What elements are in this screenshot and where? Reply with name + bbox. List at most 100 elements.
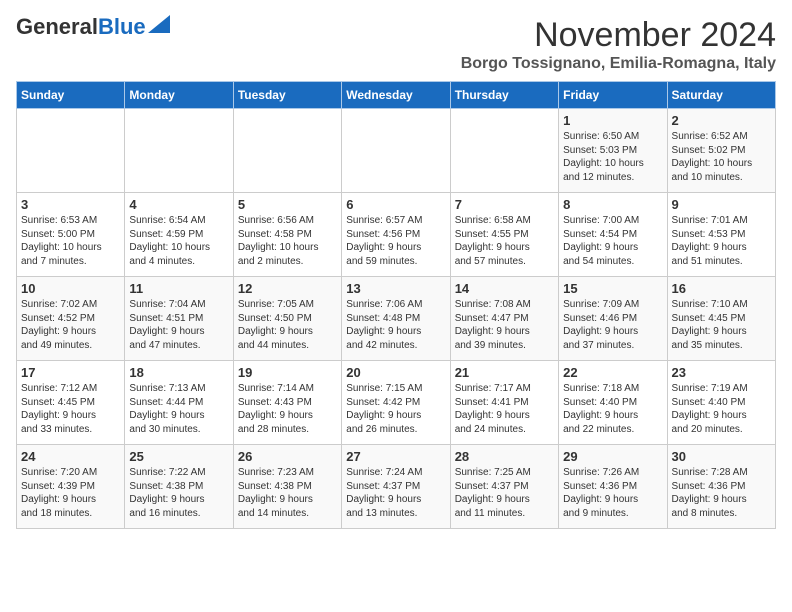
day-number: 6 (346, 197, 445, 212)
day-info: Sunrise: 7:24 AM Sunset: 4:37 PM Dayligh… (346, 466, 445, 520)
day-number: 23 (672, 365, 771, 380)
day-number: 19 (238, 365, 337, 380)
location-title: Borgo Tossignano, Emilia-Romagna, Italy (461, 55, 776, 73)
weekday-header-tuesday: Tuesday (233, 82, 341, 109)
day-number: 13 (346, 281, 445, 296)
day-info: Sunrise: 7:05 AM Sunset: 4:50 PM Dayligh… (238, 298, 337, 352)
weekday-header-sunday: Sunday (17, 82, 125, 109)
calendar-cell: 21Sunrise: 7:17 AM Sunset: 4:41 PM Dayli… (450, 361, 558, 445)
day-info: Sunrise: 7:22 AM Sunset: 4:38 PM Dayligh… (129, 466, 228, 520)
day-info: Sunrise: 7:15 AM Sunset: 4:42 PM Dayligh… (346, 382, 445, 436)
calendar-cell: 10Sunrise: 7:02 AM Sunset: 4:52 PM Dayli… (17, 277, 125, 361)
day-number: 11 (129, 281, 228, 296)
day-number: 22 (563, 365, 662, 380)
calendar-cell: 28 Sunrise: 7:25 AM Sunset: 4:37 PM Dayli… (450, 445, 558, 529)
day-info: Sunrise: 7:10 AM Sunset: 4:45 PM Dayligh… (672, 298, 771, 352)
day-number: 26 (238, 449, 337, 464)
day-info: Sunrise: 7:20 AM Sunset: 4:39 PM Dayligh… (21, 466, 120, 520)
day-number: 5 (238, 197, 337, 212)
calendar-cell: 3Sunrise: 6:53 AM Sunset: 5:00 PM Daylig… (17, 193, 125, 277)
calendar-cell: 20 Sunrise: 7:15 AM Sunset: 4:42 PM Dayli… (342, 361, 450, 445)
day-number: 2 (672, 113, 771, 128)
calendar-cell: 15 Sunrise: 7:09 AM Sunset: 4:46 PM Dayli… (559, 277, 667, 361)
calendar-cell: 9 Sunrise: 7:01 AM Sunset: 4:53 PM Daylig… (667, 193, 775, 277)
day-number: 9 (672, 197, 771, 212)
calendar-cell: 6 Sunrise: 6:57 AM Sunset: 4:56 PM Daylig… (342, 193, 450, 277)
day-number: 30 (672, 449, 771, 464)
day-info: Sunrise: 7:23 AM Sunset: 4:38 PM Dayligh… (238, 466, 337, 520)
logo-blue: Blue (98, 14, 146, 39)
calendar-table: SundayMondayTuesdayWednesdayThursdayFrid… (16, 81, 776, 529)
calendar-cell: 17 Sunrise: 7:12 AM Sunset: 4:45 PM Dayli… (17, 361, 125, 445)
day-info: Sunrise: 6:52 AM Sunset: 5:02 PM Dayligh… (672, 130, 771, 184)
calendar-cell: 23Sunrise: 7:19 AM Sunset: 4:40 PM Dayli… (667, 361, 775, 445)
calendar-week-row: 3Sunrise: 6:53 AM Sunset: 5:00 PM Daylig… (17, 193, 776, 277)
day-info: Sunrise: 7:13 AM Sunset: 4:44 PM Dayligh… (129, 382, 228, 436)
day-info: Sunrise: 7:02 AM Sunset: 4:52 PM Dayligh… (21, 298, 120, 352)
logo-icon (148, 15, 170, 33)
day-info: Sunrise: 7:08 AM Sunset: 4:47 PM Dayligh… (455, 298, 554, 352)
day-info: Sunrise: 7:14 AM Sunset: 4:43 PM Dayligh… (238, 382, 337, 436)
day-number: 1 (563, 113, 662, 128)
calendar-cell: 2 Sunrise: 6:52 AM Sunset: 5:02 PM Daylig… (667, 109, 775, 193)
day-info: Sunrise: 7:25 AM Sunset: 4:37 PM Dayligh… (455, 466, 554, 520)
calendar-week-row: 17 Sunrise: 7:12 AM Sunset: 4:45 PM Dayli… (17, 361, 776, 445)
calendar-cell: 12 Sunrise: 7:05 AM Sunset: 4:50 PM Dayli… (233, 277, 341, 361)
calendar-cell: 29Sunrise: 7:26 AM Sunset: 4:36 PM Dayli… (559, 445, 667, 529)
weekday-header-friday: Friday (559, 82, 667, 109)
day-number: 16 (672, 281, 771, 296)
calendar-cell: 13 Sunrise: 7:06 AM Sunset: 4:48 PM Dayli… (342, 277, 450, 361)
calendar-week-row: 1 Sunrise: 6:50 AM Sunset: 5:03 PM Daylig… (17, 109, 776, 193)
day-number: 24 (21, 449, 120, 464)
calendar-cell: 19 Sunrise: 7:14 AM Sunset: 4:43 PM Dayli… (233, 361, 341, 445)
day-info: Sunrise: 6:54 AM Sunset: 4:59 PM Dayligh… (129, 214, 228, 268)
day-info: Sunrise: 7:28 AM Sunset: 4:36 PM Dayligh… (672, 466, 771, 520)
day-number: 15 (563, 281, 662, 296)
calendar-cell (17, 109, 125, 193)
weekday-header-monday: Monday (125, 82, 233, 109)
calendar-cell: 26 Sunrise: 7:23 AM Sunset: 4:38 PM Dayli… (233, 445, 341, 529)
calendar-week-row: 10Sunrise: 7:02 AM Sunset: 4:52 PM Dayli… (17, 277, 776, 361)
calendar-cell: 4 Sunrise: 6:54 AM Sunset: 4:59 PM Daylig… (125, 193, 233, 277)
calendar-cell: 30 Sunrise: 7:28 AM Sunset: 4:36 PM Dayli… (667, 445, 775, 529)
day-info: Sunrise: 7:00 AM Sunset: 4:54 PM Dayligh… (563, 214, 662, 268)
day-number: 18 (129, 365, 228, 380)
day-info: Sunrise: 7:06 AM Sunset: 4:48 PM Dayligh… (346, 298, 445, 352)
weekday-header-row: SundayMondayTuesdayWednesdayThursdayFrid… (17, 82, 776, 109)
day-number: 20 (346, 365, 445, 380)
logo: GeneralBlue (16, 16, 170, 38)
day-number: 4 (129, 197, 228, 212)
day-number: 14 (455, 281, 554, 296)
day-info: Sunrise: 6:57 AM Sunset: 4:56 PM Dayligh… (346, 214, 445, 268)
day-info: Sunrise: 7:09 AM Sunset: 4:46 PM Dayligh… (563, 298, 662, 352)
calendar-cell: 25Sunrise: 7:22 AM Sunset: 4:38 PM Dayli… (125, 445, 233, 529)
weekday-header-thursday: Thursday (450, 82, 558, 109)
day-info: Sunrise: 7:12 AM Sunset: 4:45 PM Dayligh… (21, 382, 120, 436)
day-info: Sunrise: 6:56 AM Sunset: 4:58 PM Dayligh… (238, 214, 337, 268)
logo-general: General (16, 14, 98, 39)
day-info: Sunrise: 6:58 AM Sunset: 4:55 PM Dayligh… (455, 214, 554, 268)
calendar-cell: 1 Sunrise: 6:50 AM Sunset: 5:03 PM Daylig… (559, 109, 667, 193)
calendar-cell: 11 Sunrise: 7:04 AM Sunset: 4:51 PM Dayli… (125, 277, 233, 361)
day-number: 28 (455, 449, 554, 464)
weekday-header-wednesday: Wednesday (342, 82, 450, 109)
weekday-header-saturday: Saturday (667, 82, 775, 109)
calendar-cell: 22 Sunrise: 7:18 AM Sunset: 4:40 PM Dayli… (559, 361, 667, 445)
calendar-cell (342, 109, 450, 193)
day-info: Sunrise: 7:26 AM Sunset: 4:36 PM Dayligh… (563, 466, 662, 520)
day-number: 17 (21, 365, 120, 380)
calendar-cell: 5 Sunrise: 6:56 AM Sunset: 4:58 PM Daylig… (233, 193, 341, 277)
header: GeneralBlue November 2024 Borgo Tossigna… (16, 16, 776, 73)
day-info: Sunrise: 6:53 AM Sunset: 5:00 PM Dayligh… (21, 214, 120, 268)
day-info: Sunrise: 6:50 AM Sunset: 5:03 PM Dayligh… (563, 130, 662, 184)
calendar-cell (233, 109, 341, 193)
calendar-cell: 7Sunrise: 6:58 AM Sunset: 4:55 PM Daylig… (450, 193, 558, 277)
day-info: Sunrise: 7:04 AM Sunset: 4:51 PM Dayligh… (129, 298, 228, 352)
calendar-cell: 8Sunrise: 7:00 AM Sunset: 4:54 PM Daylig… (559, 193, 667, 277)
calendar-cell (450, 109, 558, 193)
day-info: Sunrise: 7:01 AM Sunset: 4:53 PM Dayligh… (672, 214, 771, 268)
day-info: Sunrise: 7:18 AM Sunset: 4:40 PM Dayligh… (563, 382, 662, 436)
day-number: 12 (238, 281, 337, 296)
month-title: November 2024 (461, 16, 776, 55)
calendar-cell: 24 Sunrise: 7:20 AM Sunset: 4:39 PM Dayli… (17, 445, 125, 529)
